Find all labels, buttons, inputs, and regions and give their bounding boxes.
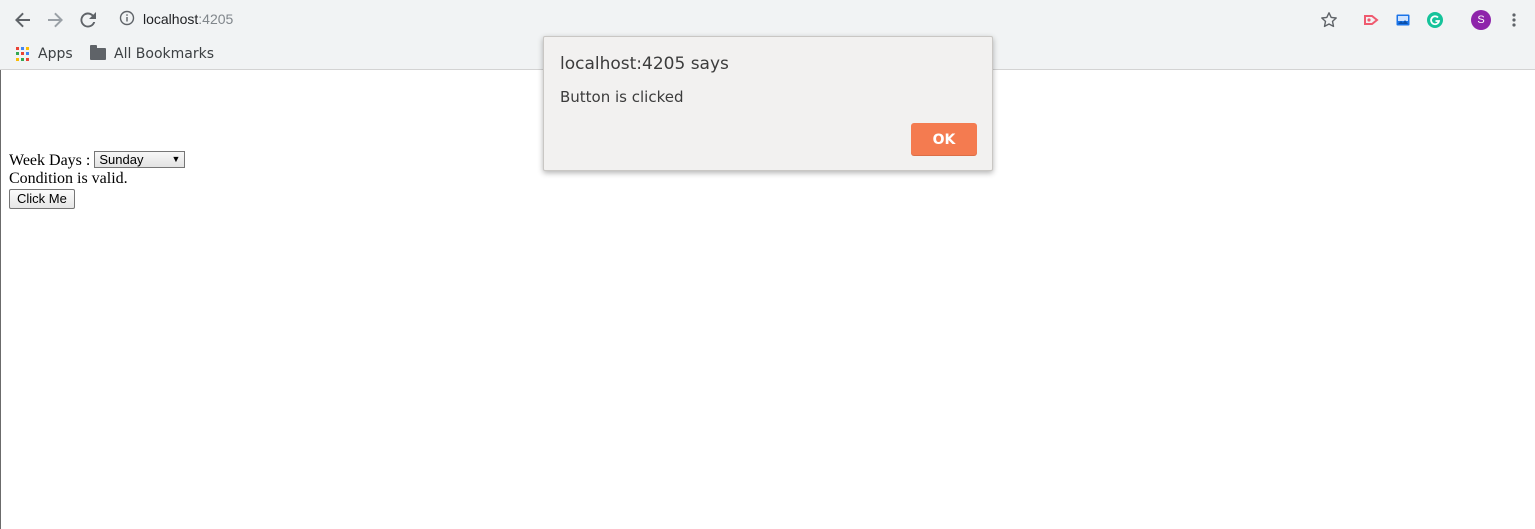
back-arrow-icon[interactable] <box>11 8 35 32</box>
url-host: localhost <box>143 11 199 27</box>
grammarly-icon[interactable] <box>1424 9 1446 31</box>
url-port: :4205 <box>198 11 234 27</box>
bookmark-apps-label: Apps <box>38 46 73 62</box>
address-bar[interactable] <box>110 5 1350 33</box>
condition-text: Condition is valid. <box>9 170 128 187</box>
url-text[interactable]: localhost:4205 <box>143 10 233 28</box>
folder-icon <box>90 45 106 60</box>
dialog-message: Button is clicked <box>560 88 684 106</box>
dialog-title: localhost:4205 says <box>560 54 729 74</box>
extension-red-icon[interactable] <box>1360 9 1382 31</box>
bookmark-all-bookmarks-label: All Bookmarks <box>114 46 215 62</box>
browser-toolbar: localhost:4205 S <box>0 0 1535 38</box>
forward-arrow-icon[interactable] <box>43 8 67 32</box>
window-edge <box>0 70 1 529</box>
page-content: Week Days : Sunday ▼ Condition is valid.… <box>9 150 186 210</box>
avatar[interactable]: S <box>1470 9 1492 31</box>
bookmark-apps[interactable]: Apps <box>16 43 73 65</box>
weekdays-row: Week Days : Sunday ▼ <box>9 150 186 169</box>
weekdays-selected-value: Sunday <box>99 152 144 167</box>
ok-button[interactable]: OK <box>911 123 977 156</box>
menu-dots-icon[interactable] <box>1503 9 1525 31</box>
click-me-button[interactable]: Click Me <box>9 189 75 209</box>
bookmark-star-icon[interactable] <box>1318 9 1340 31</box>
extension-image-icon[interactable] <box>1392 9 1414 31</box>
weekdays-select[interactable]: Sunday ▼ <box>94 151 186 168</box>
dropdown-arrow-icon: ▼ <box>171 154 181 164</box>
weekdays-label: Week Days : <box>9 152 95 169</box>
alert-dialog: localhost:4205 says Button is clicked OK <box>543 36 993 171</box>
reload-icon[interactable] <box>76 8 100 32</box>
profile-initial: S <box>1471 10 1491 30</box>
site-info-icon[interactable] <box>119 10 135 26</box>
bookmark-all-bookmarks[interactable]: All Bookmarks <box>90 43 214 65</box>
apps-grid-icon <box>16 47 30 61</box>
